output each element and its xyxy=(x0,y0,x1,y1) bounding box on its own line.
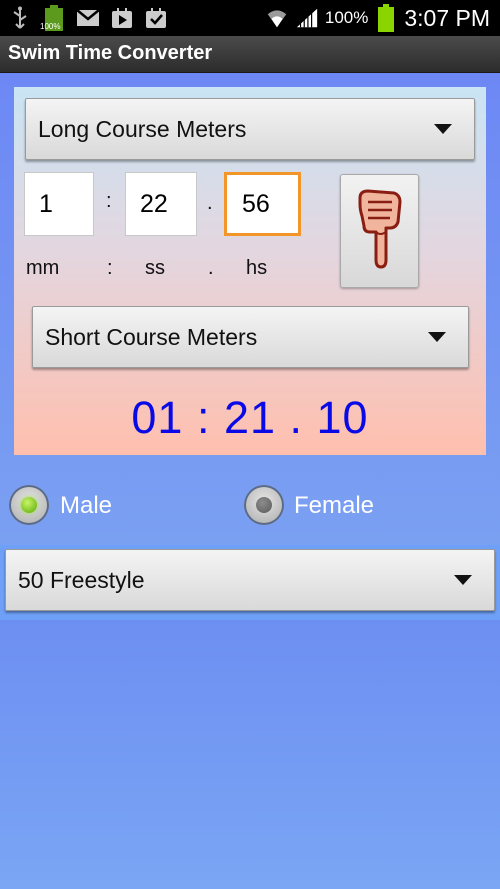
minutes-unit-label: mm xyxy=(26,257,60,279)
battery-percent: 100% xyxy=(324,8,369,27)
signal-icon xyxy=(295,6,319,30)
gmail-icon xyxy=(76,6,100,30)
status-time: 3:07 PM xyxy=(404,4,490,31)
pointing-hand-icon xyxy=(356,188,404,274)
hundredths-unit-label: hs xyxy=(246,257,268,279)
app-title: Swim Time Converter xyxy=(8,42,213,64)
play-store-icon xyxy=(110,6,134,30)
radio-selected-dot xyxy=(21,497,37,513)
convert-button[interactable] xyxy=(340,174,419,288)
status-bar: 100% 100% 3:07 PM xyxy=(0,0,500,36)
to-course-label: Short Course Meters xyxy=(45,323,258,350)
dropdown-arrow-icon xyxy=(434,124,452,134)
minutes-input[interactable]: 1 xyxy=(24,172,94,236)
event-label: 50 Freestyle xyxy=(18,566,145,593)
app-background-bottom xyxy=(0,620,500,889)
battery-icon xyxy=(374,4,398,32)
wifi-icon xyxy=(265,6,289,30)
female-label[interactable]: Female xyxy=(294,492,374,520)
to-course-spinner[interactable]: Short Course Meters xyxy=(32,306,469,368)
female-radio[interactable] xyxy=(244,485,284,525)
dropdown-arrow-icon xyxy=(428,332,446,342)
battery-small-label: 100% xyxy=(40,22,61,31)
radio-unselected-dot xyxy=(256,497,272,513)
dot-unit-label: . xyxy=(208,257,214,279)
event-spinner[interactable]: 50 Freestyle xyxy=(5,549,495,611)
male-label[interactable]: Male xyxy=(60,492,112,520)
converted-time: 01 : 21 . 10 xyxy=(131,392,369,443)
colon-separator: : xyxy=(106,190,112,212)
colon-unit-label: : xyxy=(107,257,113,279)
from-course-label: Long Course Meters xyxy=(38,115,247,142)
usb-icon xyxy=(8,6,32,30)
from-course-spinner[interactable]: Long Course Meters xyxy=(25,98,475,160)
dropdown-arrow-icon xyxy=(454,575,472,585)
download-check-icon xyxy=(144,6,168,30)
app-title-bar: Swim Time Converter xyxy=(0,36,500,73)
seconds-input[interactable]: 22 xyxy=(125,172,197,236)
dot-separator: . xyxy=(207,192,213,214)
seconds-unit-label: ss xyxy=(145,257,165,279)
battery-small-icon: 100% xyxy=(40,5,66,31)
male-radio[interactable] xyxy=(9,485,49,525)
hundredths-input[interactable]: 56 xyxy=(224,172,301,236)
